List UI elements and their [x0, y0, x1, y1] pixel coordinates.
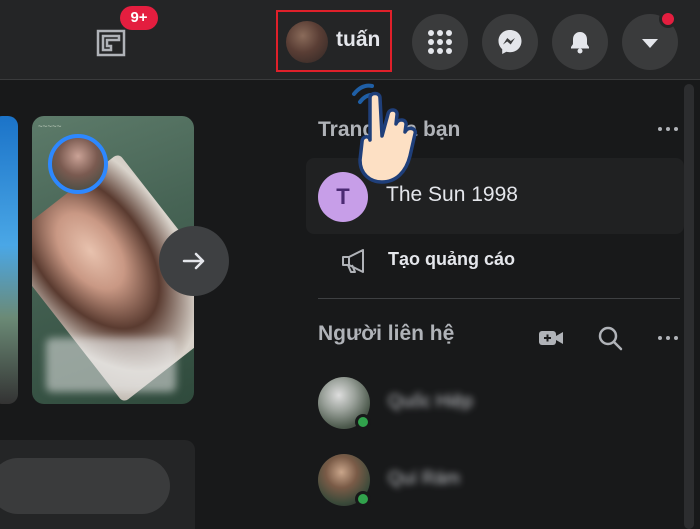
next-story-button[interactable]	[159, 226, 229, 296]
profile-name: tuấn	[336, 28, 381, 51]
create-post-input[interactable]	[0, 458, 170, 514]
contact-name: Quốc Hiệp	[388, 391, 474, 411]
contact-item[interactable]: Quốc Hiệp	[318, 377, 682, 433]
arrow-right-icon	[182, 252, 205, 270]
megaphone-icon	[342, 249, 364, 273]
caret-down-icon	[642, 39, 658, 48]
top-navigation-bar: 9+ tuấn	[0, 0, 700, 80]
story-author-avatar	[48, 134, 108, 194]
online-status-dot	[355, 491, 371, 507]
menu-grid-icon	[428, 30, 452, 54]
search-icon[interactable]	[597, 325, 623, 351]
create-ad-link[interactable]: Tạo quảng cáo	[388, 249, 515, 270]
contact-name: Quí Rám	[388, 468, 461, 488]
bell-icon	[571, 32, 589, 54]
contact-item[interactable]: Quí Rám	[318, 454, 682, 510]
story-author-name-blurred	[46, 338, 176, 392]
pointing-hand-icon	[352, 83, 418, 184]
contacts-heading: Người liên hệ	[318, 322, 455, 345]
scrollbar[interactable]	[684, 84, 694, 529]
notification-count-badge: 9+	[120, 6, 158, 30]
online-status-dot	[355, 414, 371, 430]
avatar	[286, 21, 328, 63]
new-room-icon[interactable]	[538, 328, 564, 348]
messenger-button[interactable]	[482, 14, 538, 70]
divider	[318, 298, 680, 299]
contacts-options-icon[interactable]	[656, 333, 680, 343]
notification-dot	[659, 10, 677, 28]
menu-button[interactable]	[412, 14, 468, 70]
gaming-icon[interactable]	[95, 26, 127, 58]
messenger-icon	[498, 30, 522, 54]
profile-button[interactable]: tuấn	[276, 10, 392, 72]
story-card-partial[interactable]	[0, 116, 18, 404]
notifications-button[interactable]	[552, 14, 608, 70]
more-options-icon[interactable]	[656, 124, 680, 134]
story-watermark: ~~~~~	[38, 122, 62, 131]
